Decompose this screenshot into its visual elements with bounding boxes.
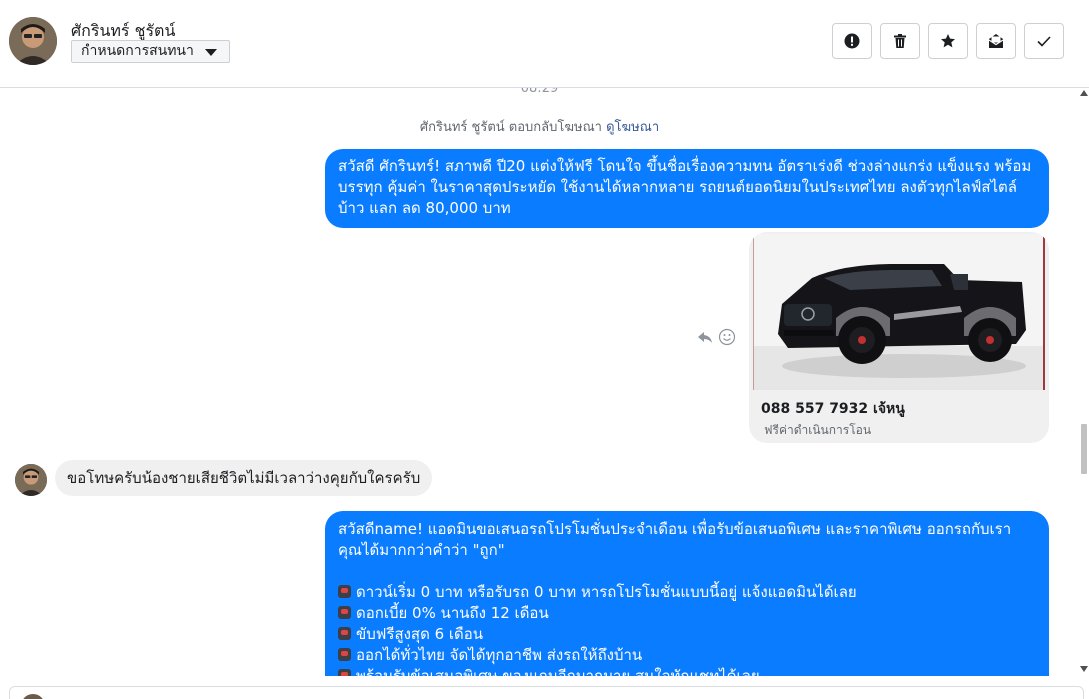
ad-image[interactable] [753, 234, 1045, 390]
report-button[interactable] [832, 23, 872, 59]
conversation-header: ศักรินทร์ ชูรัตน์ กำหนดการสนทนา [0, 0, 1089, 88]
promo-line: ออกได้ทั่วไทย จัดได้ทุกอาชีพ ส่งรถให้ถึง… [338, 645, 1036, 666]
message-composer [0, 676, 1089, 699]
promo-line: ดาวน์เริ่ม 0 บาท หรือรับรถ 0 บาท หารถโปร… [338, 582, 1036, 603]
pickup-truck-icon [754, 234, 1043, 390]
check-icon [1037, 36, 1051, 47]
promo-line: ขับฟรีสูงสุด 6 เดือน [338, 624, 1036, 645]
assign-conversation-label: กำหนดการสนทนา [81, 43, 194, 59]
star-button[interactable] [928, 23, 968, 59]
message-text: สวัสดี ศักรินทร์! สภาพดี ปี20 แต่งให้ฟรี… [338, 157, 1032, 217]
view-ad-link[interactable]: ดูโฆษณา [606, 120, 659, 135]
scroll-thumb[interactable] [1081, 424, 1087, 474]
contact-avatar[interactable] [9, 17, 57, 65]
outgoing-message-bubble[interactable]: สวัสดี ศักรินทร์! สภาพดี ปี20 แต่งให้ฟรี… [325, 149, 1049, 228]
composer-input-box[interactable] [9, 686, 1084, 699]
incoming-message-bubble[interactable]: ขอโทษครับน้องชายเสียชีวิตไม่มีเวลาว่างคุ… [55, 460, 433, 496]
car-emoji-icon [338, 606, 351, 619]
sender-avatar[interactable] [15, 464, 47, 496]
envelope-icon [988, 34, 1004, 48]
alert-circle-icon [844, 33, 860, 49]
message-text: ขอโทษครับน้องชายเสียชีวิตไม่มีเวลาว่างคุ… [67, 469, 421, 487]
trash-icon [894, 34, 906, 48]
thread-scrollbar[interactable] [1079, 88, 1089, 676]
star-icon [941, 34, 955, 48]
ad-reply-text: ศักรินทร์ ชูรัตน์ ตอบกลับโฆษณา [419, 120, 602, 135]
caret-down-icon [205, 49, 217, 56]
ad-subtitle: ฟรีค่าดำเนินการโอน [764, 423, 872, 437]
message-thread[interactable]: 08:29 ศักรินทร์ ชูรัตน์ ตอบกลับโฆษณา ดูโ… [0, 88, 1079, 676]
smiley-icon[interactable] [718, 328, 736, 346]
reply-icon[interactable] [696, 328, 714, 346]
message-timestamp: 08:29 [520, 88, 559, 96]
mark-done-button[interactable] [1024, 23, 1064, 59]
scroll-up-arrow-icon[interactable] [1080, 90, 1088, 96]
ad-title[interactable]: 088 557 7932 เจ้หนู [761, 398, 905, 420]
promo-line: ดอกเบี้ย 0% นานถึง 12 เดือน [338, 603, 1036, 624]
ad-reply-note: ศักรินทร์ ชูรัตน์ ตอบกลับโฆษณา ดูโฆษณา [0, 116, 1079, 137]
outgoing-promo-message-bubble[interactable]: สวัสดีname! แอดมินขอเสนอรถโปรโมชั่นประจำ… [325, 511, 1049, 676]
promo-line: พร้อมรับข้อเสนอพิเศษ ของแถมอีกมากมาย สนใ… [338, 666, 1036, 676]
delete-button[interactable] [880, 23, 920, 59]
scroll-down-arrow-icon[interactable] [1080, 666, 1088, 672]
ad-attachment-card[interactable]: 088 557 7932 เจ้หนู ฟรีค่าดำเนินการโอน [749, 232, 1049, 443]
message-actions [696, 328, 736, 346]
car-emoji-icon [338, 648, 351, 661]
mark-unread-button[interactable] [976, 23, 1016, 59]
car-emoji-icon [338, 627, 351, 640]
car-emoji-icon [338, 585, 351, 598]
assign-conversation-dropdown[interactable]: กำหนดการสนทนา [71, 40, 230, 63]
car-emoji-icon [338, 669, 351, 676]
promo-intro-text: สวัสดีname! แอดมินขอเสนอรถโปรโมชั่นประจำ… [338, 520, 1012, 559]
